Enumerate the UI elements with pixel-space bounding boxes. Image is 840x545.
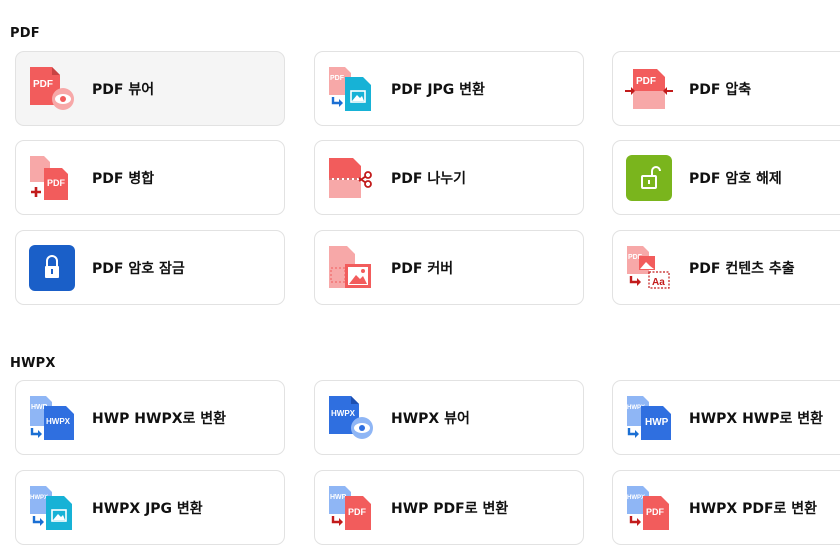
svg-text:PDF: PDF <box>33 79 53 90</box>
tool-card-hwpx-to-hwp[interactable]: HWPX HWP HWPX HWP로 변환 <box>612 380 840 455</box>
pdf-split-icon <box>327 154 375 202</box>
svg-text:PDF: PDF <box>636 76 656 87</box>
tool-label: HWPX PDF로 변환 <box>689 500 818 517</box>
tool-card-pdf-viewer[interactable]: PDF PDF 뷰어 <box>15 51 285 126</box>
tool-card-pdf-compress[interactable]: PDF PDF 압축 <box>612 51 840 126</box>
svg-text:HWP: HWP <box>330 494 347 501</box>
tool-label: HWPX HWP로 변환 <box>689 410 824 427</box>
tool-label: PDF 커버 <box>391 260 454 277</box>
tool-label: PDF 컨텐츠 추출 <box>689 260 795 277</box>
section-title-pdf: PDF <box>10 26 40 41</box>
pdf-compress-icon: PDF <box>625 65 673 113</box>
pdf-to-jpg-icon: PDF <box>327 65 375 113</box>
hwpx-to-jpg-icon: HWPX <box>28 484 76 532</box>
svg-text:PDF: PDF <box>646 507 665 517</box>
tool-label: PDF 암호 잠금 <box>92 260 185 277</box>
pdf-lock-icon <box>28 244 76 292</box>
tool-label: PDF 나누기 <box>391 170 466 187</box>
hwpx-to-pdf-icon: HWPX PDF <box>625 484 673 532</box>
pdf-unlock-icon <box>625 154 673 202</box>
tool-card-pdf-jpg[interactable]: PDF PDF JPG 변환 <box>314 51 584 126</box>
svg-text:HWPX: HWPX <box>46 417 71 426</box>
svg-text:PDF: PDF <box>348 507 367 517</box>
tool-card-hwp-to-hwpx[interactable]: HWP HWPX HWP HWPX로 변환 <box>15 380 285 455</box>
tool-label: PDF 압축 <box>689 81 752 98</box>
svg-text:PDF: PDF <box>330 75 345 82</box>
svg-text:HWPX: HWPX <box>30 495 48 501</box>
tool-label: PDF 병합 <box>92 170 155 187</box>
tool-card-pdf-cover[interactable]: PDF 커버 <box>314 230 584 305</box>
tool-label: HWPX 뷰어 <box>391 410 470 427</box>
tool-card-pdf-extract[interactable]: PDF Aa PDF 컨텐츠 추출 <box>612 230 840 305</box>
section-title-hwpx: HWPX <box>10 356 56 371</box>
hwp-to-hwpx-icon: HWP HWPX <box>28 394 76 442</box>
tool-label: HWP HWPX로 변환 <box>92 410 227 427</box>
svg-text:HWPX: HWPX <box>627 495 645 501</box>
hwpx-viewer-icon: HWPX <box>327 394 375 442</box>
svg-text:HWP: HWP <box>645 417 669 428</box>
svg-text:Aa: Aa <box>652 277 665 288</box>
tool-card-pdf-unlock[interactable]: PDF 암호 해제 <box>612 140 840 215</box>
tool-card-hwpx-to-jpg[interactable]: HWPX HWPX JPG 변환 <box>15 470 285 545</box>
tool-card-pdf-merge[interactable]: PDF PDF 병합 <box>15 140 285 215</box>
tool-label: PDF 암호 해제 <box>689 170 782 187</box>
pdf-merge-icon: PDF <box>28 154 76 202</box>
pdf-viewer-icon: PDF <box>28 65 76 113</box>
svg-text:PDF: PDF <box>47 178 66 188</box>
tool-card-pdf-lock[interactable]: PDF 암호 잠금 <box>15 230 285 305</box>
tool-label: HWPX JPG 변환 <box>92 500 203 517</box>
tool-card-pdf-split[interactable]: PDF 나누기 <box>314 140 584 215</box>
hwp-to-pdf-icon: HWP PDF <box>327 484 375 532</box>
tool-label: HWP PDF로 변환 <box>391 500 509 517</box>
tool-label: PDF JPG 변환 <box>391 81 485 98</box>
tool-card-hwpx-to-pdf[interactable]: HWPX PDF HWPX PDF로 변환 <box>612 470 840 545</box>
pdf-extract-content-icon: PDF Aa <box>625 244 673 292</box>
tool-card-hwpx-viewer[interactable]: HWPX HWPX 뷰어 <box>314 380 584 455</box>
tool-label: PDF 뷰어 <box>92 81 155 98</box>
hwpx-to-hwp-icon: HWPX HWP <box>625 394 673 442</box>
svg-text:HWPX: HWPX <box>331 409 356 418</box>
tool-card-hwp-to-pdf[interactable]: HWP PDF HWP PDF로 변환 <box>314 470 584 545</box>
pdf-cover-icon <box>327 244 375 292</box>
